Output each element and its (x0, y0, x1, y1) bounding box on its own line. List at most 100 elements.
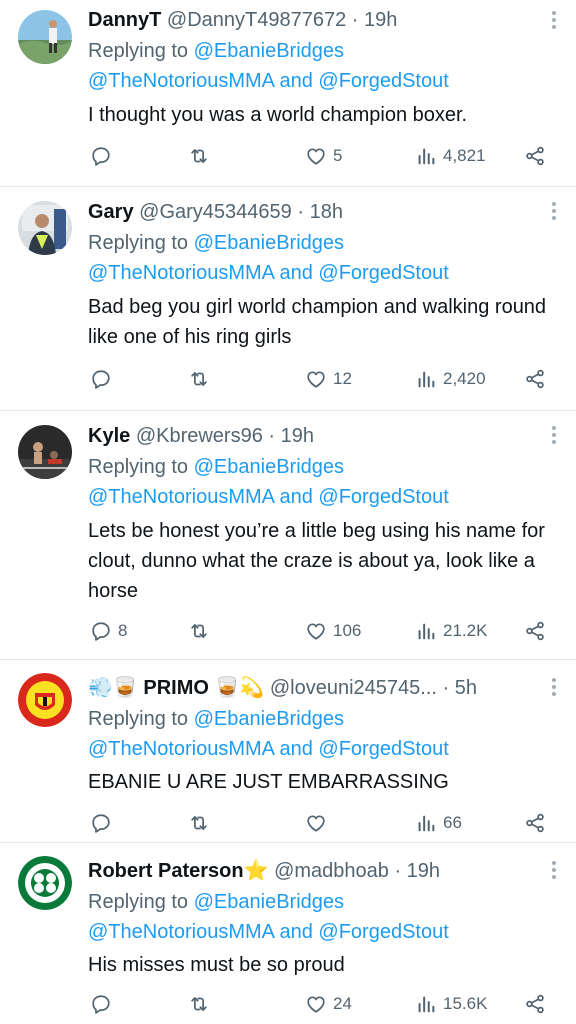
tweet[interactable]: Kyle @Kbrewers96 · 19h Replying to @Eban… (0, 411, 576, 659)
reply-count: 8 (118, 621, 128, 640)
mention-and[interactable]: and (274, 738, 318, 760)
tweet-text: EBANIE U ARE JUST EMBARRASSING (88, 771, 449, 793)
mention-link[interactable]: @ForgedStout (318, 262, 448, 284)
mentions: @TheNotoriousMMA and @ForgedStout (88, 917, 449, 947)
display-name[interactable]: Kyle (88, 425, 130, 447)
mention-link[interactable]: @TheNotoriousMMA (88, 262, 274, 284)
reply-button[interactable] (90, 364, 118, 394)
share-icon (524, 993, 546, 1015)
avatar[interactable] (18, 201, 72, 255)
mention-and[interactable]: and (274, 70, 318, 92)
reply-icon (90, 368, 112, 390)
user-handle[interactable]: @loveuni245745... (270, 677, 437, 699)
replying-label: Replying to (88, 232, 189, 254)
like-count: 5 (333, 146, 343, 165)
reply-button[interactable] (90, 989, 118, 1019)
avatar[interactable] (18, 856, 72, 910)
retweet-button[interactable] (188, 616, 210, 646)
mention-link[interactable]: @ForgedStout (318, 70, 448, 92)
like-button[interactable] (305, 808, 333, 838)
replying-label: Replying to (88, 40, 189, 62)
more-icon[interactable] (548, 199, 560, 223)
mention-link[interactable]: @TheNotoriousMMA (88, 921, 274, 943)
share-button[interactable] (524, 616, 546, 646)
more-icon[interactable] (548, 423, 560, 447)
mention-link[interactable]: @EbanieBridges (194, 232, 344, 254)
mention-link[interactable]: @TheNotoriousMMA (88, 738, 274, 760)
reply-button[interactable] (90, 141, 118, 171)
mention-and[interactable]: and (274, 486, 318, 508)
separator-dot: · (262, 425, 281, 447)
user-handle[interactable]: @madbhoab (274, 860, 389, 882)
reply-button[interactable]: 8 (90, 616, 127, 646)
timestamp[interactable]: 18h (310, 201, 343, 223)
views-button[interactable]: 66 (415, 808, 462, 838)
retweet-button[interactable] (188, 808, 210, 838)
separator-dot: · (436, 677, 455, 699)
tweet[interactable]: 💨🥃 PRIMO 🥃💫 @loveuni245745... · 5h Reply… (0, 660, 576, 842)
views-button[interactable]: 15.6K (415, 989, 487, 1019)
timestamp[interactable]: 19h (407, 860, 440, 882)
tweet-text: His misses must be so proud (88, 954, 345, 976)
more-icon[interactable] (548, 8, 560, 32)
like-button[interactable]: 5 (305, 141, 342, 171)
replying-label: Replying to (88, 456, 189, 478)
mention-link[interactable]: @ForgedStout (318, 738, 448, 760)
avatar[interactable] (18, 425, 72, 479)
display-name[interactable]: DannyT (88, 9, 161, 31)
share-button[interactable] (524, 808, 546, 838)
retweet-icon (188, 620, 210, 642)
timestamp[interactable]: 19h (281, 425, 314, 447)
action-bar: 24 15.6K (88, 989, 558, 1019)
share-icon (524, 368, 546, 390)
tweet-text: I thought you was a world champion boxer… (88, 104, 468, 126)
share-icon (524, 620, 546, 642)
reply-button[interactable] (90, 808, 118, 838)
timestamp[interactable]: 5h (455, 677, 477, 699)
retweet-button[interactable] (188, 141, 210, 171)
retweet-button[interactable] (188, 364, 210, 394)
tweet-text: Lets be honest you’re a little beg using… (88, 520, 545, 602)
more-icon[interactable] (548, 675, 560, 699)
views-button[interactable]: 21.2K (415, 616, 487, 646)
mention-link[interactable]: @TheNotoriousMMA (88, 70, 274, 92)
display-name[interactable]: PRIMO (143, 677, 209, 699)
mention-link[interactable]: @EbanieBridges (194, 708, 344, 730)
tweet[interactable]: Gary @Gary45344659 · 18h Replying to @Eb… (0, 187, 576, 409)
display-name[interactable]: Gary (88, 201, 134, 223)
more-icon[interactable] (548, 858, 560, 882)
mention-link[interactable]: @EbanieBridges (194, 456, 344, 478)
mention-link[interactable]: @TheNotoriousMMA (88, 486, 274, 508)
views-button[interactable]: 2,420 (415, 364, 486, 394)
like-button[interactable]: 106 (305, 616, 361, 646)
like-button[interactable]: 12 (305, 364, 352, 394)
mention-and[interactable]: and (274, 262, 318, 284)
mention-link[interactable]: @ForgedStout (318, 921, 448, 943)
reply-icon (90, 145, 112, 167)
avatar[interactable] (18, 10, 72, 64)
share-button[interactable] (524, 989, 546, 1019)
replying-to: Replying to @EbanieBridges (88, 36, 344, 66)
replying-label: Replying to (88, 708, 189, 730)
display-name[interactable]: Robert Paterson (88, 860, 244, 882)
mention-link[interactable]: @ForgedStout (318, 486, 448, 508)
like-count: 106 (333, 621, 362, 640)
avatar[interactable] (18, 673, 72, 727)
share-button[interactable] (524, 364, 546, 394)
mention-link[interactable]: @EbanieBridges (194, 40, 344, 62)
user-handle[interactable]: @Kbrewers96 (136, 425, 263, 447)
view-count: 66 (443, 813, 462, 832)
tweet[interactable]: Robert Paterson⭐ @madbhoab · 19h Replyin… (0, 843, 576, 1024)
share-button[interactable] (524, 141, 546, 171)
mention-and[interactable]: and (274, 921, 318, 943)
like-button[interactable]: 24 (305, 989, 352, 1019)
timestamp[interactable]: 19h (364, 9, 397, 31)
views-button[interactable]: 4,821 (415, 141, 486, 171)
user-handle[interactable]: @DannyT49877672 (167, 9, 346, 31)
retweet-button[interactable] (188, 989, 210, 1019)
replying-to: Replying to @EbanieBridges (88, 887, 344, 917)
tweet[interactable]: DannyT @DannyT49877672 · 19h Replying to… (0, 0, 576, 186)
views-icon (415, 620, 437, 642)
mention-link[interactable]: @EbanieBridges (194, 891, 344, 913)
user-handle[interactable]: @Gary45344659 (139, 201, 292, 223)
